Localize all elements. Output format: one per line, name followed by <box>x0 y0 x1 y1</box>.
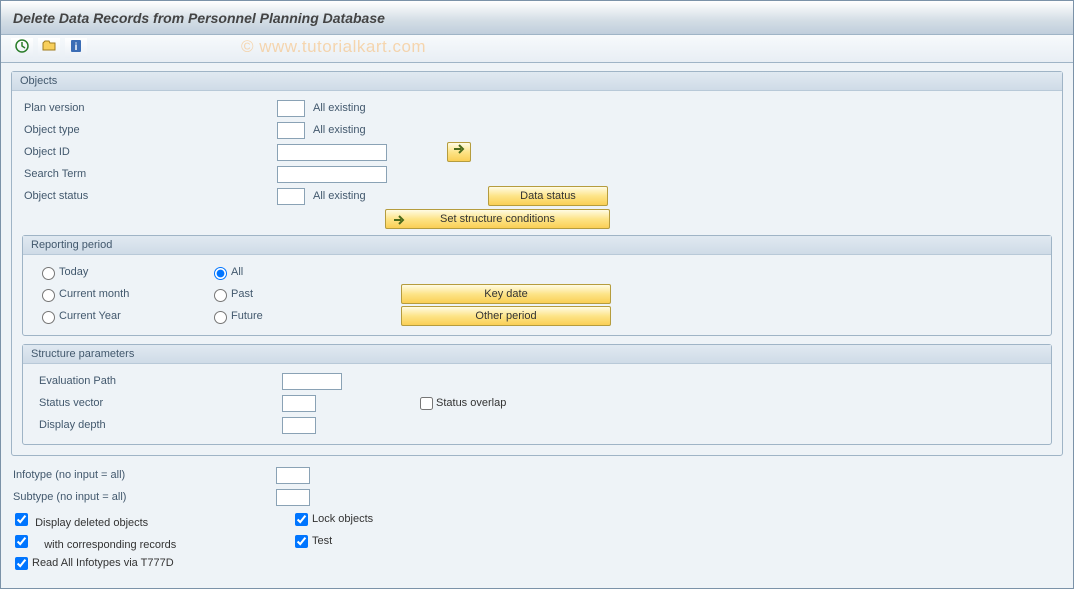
structure-parameters-title: Structure parameters <box>23 345 1051 364</box>
radio-current-year-label: Current Year <box>59 310 121 322</box>
evaluation-path-input[interactable] <box>282 373 342 390</box>
objects-group: Objects Plan version All existing Object… <box>11 71 1063 456</box>
folder-open-icon <box>41 38 57 54</box>
lock-objects-label: Lock objects <box>312 513 373 525</box>
object-type-label: Object type <box>22 124 277 136</box>
radio-all[interactable] <box>214 267 227 280</box>
read-all-infotypes-label: Read All Infotypes via T777D <box>32 557 174 569</box>
status-overlap-label: Status overlap <box>436 397 506 409</box>
search-term-label: Search Term <box>22 168 277 180</box>
radio-past[interactable] <box>214 289 227 302</box>
infotype-input[interactable] <box>276 467 310 484</box>
svg-text:i: i <box>75 42 78 53</box>
test-checkbox[interactable] <box>295 535 308 548</box>
other-period-button[interactable]: Other period <box>401 306 611 326</box>
clock-run-icon <box>14 38 30 54</box>
display-deleted-checkbox[interactable] <box>15 513 28 526</box>
object-id-input[interactable] <box>277 144 387 161</box>
reporting-period-group: Reporting period Today All Current month… <box>22 235 1052 336</box>
toolbar: i © www.tutorialkart.com <box>1 35 1073 63</box>
display-depth-label: Display depth <box>37 419 282 431</box>
radio-current-month-label: Current month <box>59 288 129 300</box>
radio-past-label: Past <box>231 288 253 300</box>
evaluation-path-label: Evaluation Path <box>37 375 282 387</box>
subtype-label: Subtype (no input = all) <box>11 491 276 503</box>
structure-parameters-group: Structure parameters Evaluation Path Sta… <box>22 344 1052 445</box>
data-status-button[interactable]: Data status <box>488 186 608 206</box>
subtype-input[interactable] <box>276 489 310 506</box>
arrow-right-icon <box>452 143 466 155</box>
variant-button[interactable] <box>38 38 60 58</box>
execute-button[interactable] <box>11 38 33 58</box>
reporting-period-title: Reporting period <box>23 236 1051 255</box>
plan-version-input[interactable] <box>277 100 305 117</box>
arrow-right-icon <box>392 214 406 226</box>
watermark: © www.tutorialkart.com <box>241 37 426 57</box>
key-date-button[interactable]: Key date <box>401 284 611 304</box>
display-depth-input[interactable] <box>282 417 316 434</box>
object-status-label: Object status <box>22 190 277 202</box>
test-label: Test <box>312 535 332 547</box>
object-type-input[interactable] <box>277 122 305 139</box>
set-structure-conditions-label: Set structure conditions <box>440 213 555 225</box>
plan-version-suffix: All existing <box>313 102 366 114</box>
plan-version-label: Plan version <box>22 102 277 114</box>
status-overlap-checkbox[interactable] <box>420 397 433 410</box>
page-title: Delete Data Records from Personnel Plann… <box>1 1 1073 35</box>
object-status-input[interactable] <box>277 188 305 205</box>
with-corresponding-label: with corresponding records <box>35 539 176 551</box>
radio-future-label: Future <box>231 310 263 322</box>
object-status-suffix: All existing <box>313 190 488 202</box>
infotype-label: Infotype (no input = all) <box>11 469 276 481</box>
with-corresponding-checkbox[interactable] <box>15 535 28 548</box>
status-vector-label: Status vector <box>37 397 282 409</box>
info-button[interactable]: i <box>65 38 87 58</box>
radio-current-month[interactable] <box>42 289 55 302</box>
radio-future[interactable] <box>214 311 227 324</box>
display-deleted-label: Display deleted objects <box>35 517 148 529</box>
set-structure-conditions-button[interactable]: Set structure conditions <box>385 209 610 229</box>
read-all-infotypes-checkbox[interactable] <box>15 557 28 570</box>
radio-all-label: All <box>231 266 243 278</box>
object-id-label: Object ID <box>22 146 277 158</box>
object-type-suffix: All existing <box>313 124 366 136</box>
multiple-selection-button[interactable] <box>447 142 471 162</box>
info-icon: i <box>68 38 84 54</box>
status-vector-input[interactable] <box>282 395 316 412</box>
search-term-input[interactable] <box>277 166 387 183</box>
radio-today[interactable] <box>42 267 55 280</box>
objects-group-title: Objects <box>12 72 1062 91</box>
radio-today-label: Today <box>59 266 88 278</box>
radio-current-year[interactable] <box>42 311 55 324</box>
lock-objects-checkbox[interactable] <box>295 513 308 526</box>
